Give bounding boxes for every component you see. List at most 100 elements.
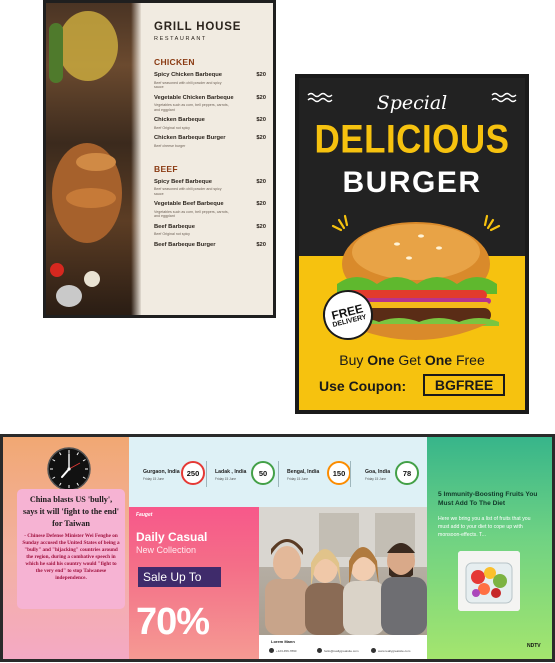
buy-text: Get bbox=[394, 352, 425, 368]
menu-item-name: Vegetable Chicken Barbeque bbox=[154, 94, 234, 101]
drumstick-image bbox=[76, 153, 116, 171]
grilled-corn-image bbox=[58, 11, 118, 81]
ndtv-logo: NDTV bbox=[527, 643, 541, 649]
news-body: - Chinese Defense Minister Wei Fenghe on… bbox=[22, 533, 120, 581]
email-icon bbox=[317, 648, 322, 653]
sale-percent: 70% bbox=[136, 601, 210, 643]
city-date: Friday 15 June bbox=[287, 477, 309, 481]
grill-house-menu-board: GRILL HOUSE RESTAURANT CHICKEN Spicy Chi… bbox=[43, 0, 276, 318]
buy-one-get-one-text: Buy One Get One Free bbox=[299, 352, 525, 368]
spice-jar-image bbox=[56, 285, 82, 307]
menu-item-price: $20 bbox=[256, 178, 266, 185]
city-date: Friday 15 June bbox=[365, 477, 387, 481]
buy-text: Free bbox=[452, 352, 485, 368]
digital-signage-screen: China blasts US 'bully', says it will 'f… bbox=[0, 434, 555, 662]
menu-item-name: Chicken Barbeque Burger bbox=[154, 135, 226, 142]
photo-contact-footer: Lorem Mann +123-456-7890 hello@reallygre… bbox=[259, 635, 427, 659]
promo-brand: Fauget bbox=[136, 512, 153, 518]
menu-item: Chicken Barbeque Burger $20 Beef cheese b… bbox=[154, 135, 266, 148]
poster-headline: DELICIOUS bbox=[314, 117, 510, 162]
city-date: Friday 15 June bbox=[143, 477, 165, 481]
news-panel: China blasts US 'bully', says it will 'f… bbox=[3, 437, 129, 659]
poster-special-text: Special bbox=[376, 92, 448, 114]
menu-item-price: $20 bbox=[256, 135, 266, 142]
menu-item: Vegetable Chicken Barbeque $20 Vegetables… bbox=[154, 95, 266, 113]
menu-text-column: GRILL HOUSE RESTAURANT CHICKEN Spicy Chi… bbox=[154, 21, 266, 250]
grilled-food-photo bbox=[46, 3, 141, 315]
menu-item-name: Spicy Chicken Barbeque bbox=[154, 72, 222, 78]
menu-item-name: Beef Barbeque Burger bbox=[154, 242, 216, 249]
group-photo bbox=[259, 507, 427, 635]
contact-website: www.reallygreatsite.com bbox=[378, 649, 411, 653]
menu-item-price: $20 bbox=[256, 72, 266, 78]
divider bbox=[350, 461, 351, 487]
menu-item-description: Beef seasoned with chili powder and spic… bbox=[154, 80, 222, 90]
menu-item-description: Vegetables such as corn, bell peppers, c… bbox=[154, 209, 229, 219]
buy-emphasis-text: One bbox=[367, 352, 395, 368]
menu-item-name: Beef Barbeque bbox=[154, 223, 195, 230]
city-aqi-card: Gurgaon, India Friday 15 June 250 bbox=[135, 459, 207, 489]
menu-item: Vegetable Beef Barbeque $20 Vegetables su… bbox=[154, 201, 266, 219]
menu-item-name: Chicken Barbeque bbox=[154, 117, 205, 124]
city-aqi-card: Bengal, India Friday 15 June 150 bbox=[279, 459, 351, 489]
menu-item-price: $20 bbox=[256, 242, 266, 249]
menu-item-name: Spicy Beef Barbeque bbox=[154, 178, 212, 185]
menu-item: Chicken Barbeque $20 Beef Original not sp… bbox=[154, 117, 266, 130]
green-bean-image bbox=[49, 23, 63, 83]
menu-item-description: Vegetables such as corn, bell peppers, c… bbox=[154, 103, 229, 112]
menu-item-description: Beef seasoned with chili powder and spic… bbox=[154, 187, 222, 196]
health-article-text: Here we bring you a list of fruits that … bbox=[438, 516, 531, 538]
coupon-code-box: BGFREE bbox=[423, 374, 505, 396]
torn-paper-edge bbox=[131, 3, 149, 315]
menu-item-price: $20 bbox=[256, 117, 266, 124]
city-aqi-card: Goa, India Friday 15 June 78 bbox=[357, 459, 429, 489]
menu-item: Spicy Beef Barbeque $20 Beef seasoned wit… bbox=[154, 179, 266, 197]
menu-title: GRILL HOUSE bbox=[154, 21, 242, 33]
drumstick-image bbox=[66, 188, 116, 208]
people-photo-image bbox=[259, 507, 427, 635]
contact-label: Lorem Mann bbox=[271, 639, 295, 644]
menu-section-heading: BEEF bbox=[154, 163, 178, 174]
fashion-sale-promo: Fauget Daily Casual New Collection Sale … bbox=[129, 507, 259, 659]
phone-icon bbox=[269, 648, 274, 653]
menu-item: Beef Barbeque Burger $20 bbox=[154, 242, 266, 250]
air-quality-strip: Gurgaon, India Friday 15 June 250 Ladak … bbox=[129, 437, 427, 507]
fruit-bowl-image bbox=[458, 551, 520, 611]
analog-clock-icon bbox=[47, 447, 91, 491]
menu-item-price: $20 bbox=[256, 223, 266, 230]
menu-item-price: $20 bbox=[256, 94, 266, 101]
promo-subtitle: New Collection bbox=[136, 545, 197, 555]
city-name: Bengal, India bbox=[287, 469, 320, 475]
contact-email: hello@reallygreatsite.com bbox=[324, 649, 359, 653]
menu-item-description: Beef Original not spicy bbox=[154, 125, 190, 130]
aqi-gauge: 250 bbox=[181, 461, 205, 485]
city-name: Goa, India bbox=[365, 469, 391, 475]
globe-icon bbox=[371, 648, 376, 653]
aqi-gauge: 50 bbox=[251, 461, 275, 485]
menu-item: Spicy Chicken Barbeque $20 Beef seasoned … bbox=[154, 72, 266, 90]
menu-item-description: Beef Original not spicy bbox=[154, 232, 190, 237]
buy-emphasis-text: One bbox=[424, 352, 453, 368]
menu-sheet: GRILL HOUSE RESTAURANT CHICKEN Spicy Chi… bbox=[46, 3, 273, 315]
aqi-gauge: 78 bbox=[395, 461, 419, 485]
menu-item-price: $20 bbox=[256, 201, 266, 208]
sale-banner: Sale Up To bbox=[138, 567, 221, 587]
poster-product-title: BURGER bbox=[342, 166, 482, 199]
contact-phone: +123-456-7890 bbox=[276, 649, 297, 653]
signage-content: China blasts US 'bully', says it will 'f… bbox=[3, 437, 552, 659]
menu-section-heading: CHICKEN bbox=[154, 57, 195, 67]
buy-text: Buy bbox=[339, 352, 368, 368]
menu-item-name: Vegetable Beef Barbeque bbox=[154, 201, 224, 208]
city-name: Ladak , India bbox=[215, 469, 247, 475]
burger-poster: Special DELICIOUS BURGER FREE DELIVERY B… bbox=[295, 74, 529, 414]
health-article-title: 5 Immunity-Boosting Fruits You Must Add … bbox=[438, 491, 538, 507]
news-card: China blasts US 'bully', says it will 'f… bbox=[17, 489, 125, 609]
news-headline: China blasts US 'bully', says it will 'f… bbox=[23, 495, 119, 528]
menu-subtitle: RESTAURANT bbox=[154, 36, 207, 42]
promo-title: Daily Casual bbox=[136, 530, 208, 544]
health-article-panel: 5 Immunity-Boosting Fruits You Must Add … bbox=[427, 437, 552, 659]
aqi-gauge: 150 bbox=[327, 461, 351, 485]
menu-item-description: Beef cheese burger bbox=[154, 143, 186, 148]
city-name: Gurgaon, India bbox=[143, 469, 180, 475]
tomato-image bbox=[50, 263, 64, 277]
